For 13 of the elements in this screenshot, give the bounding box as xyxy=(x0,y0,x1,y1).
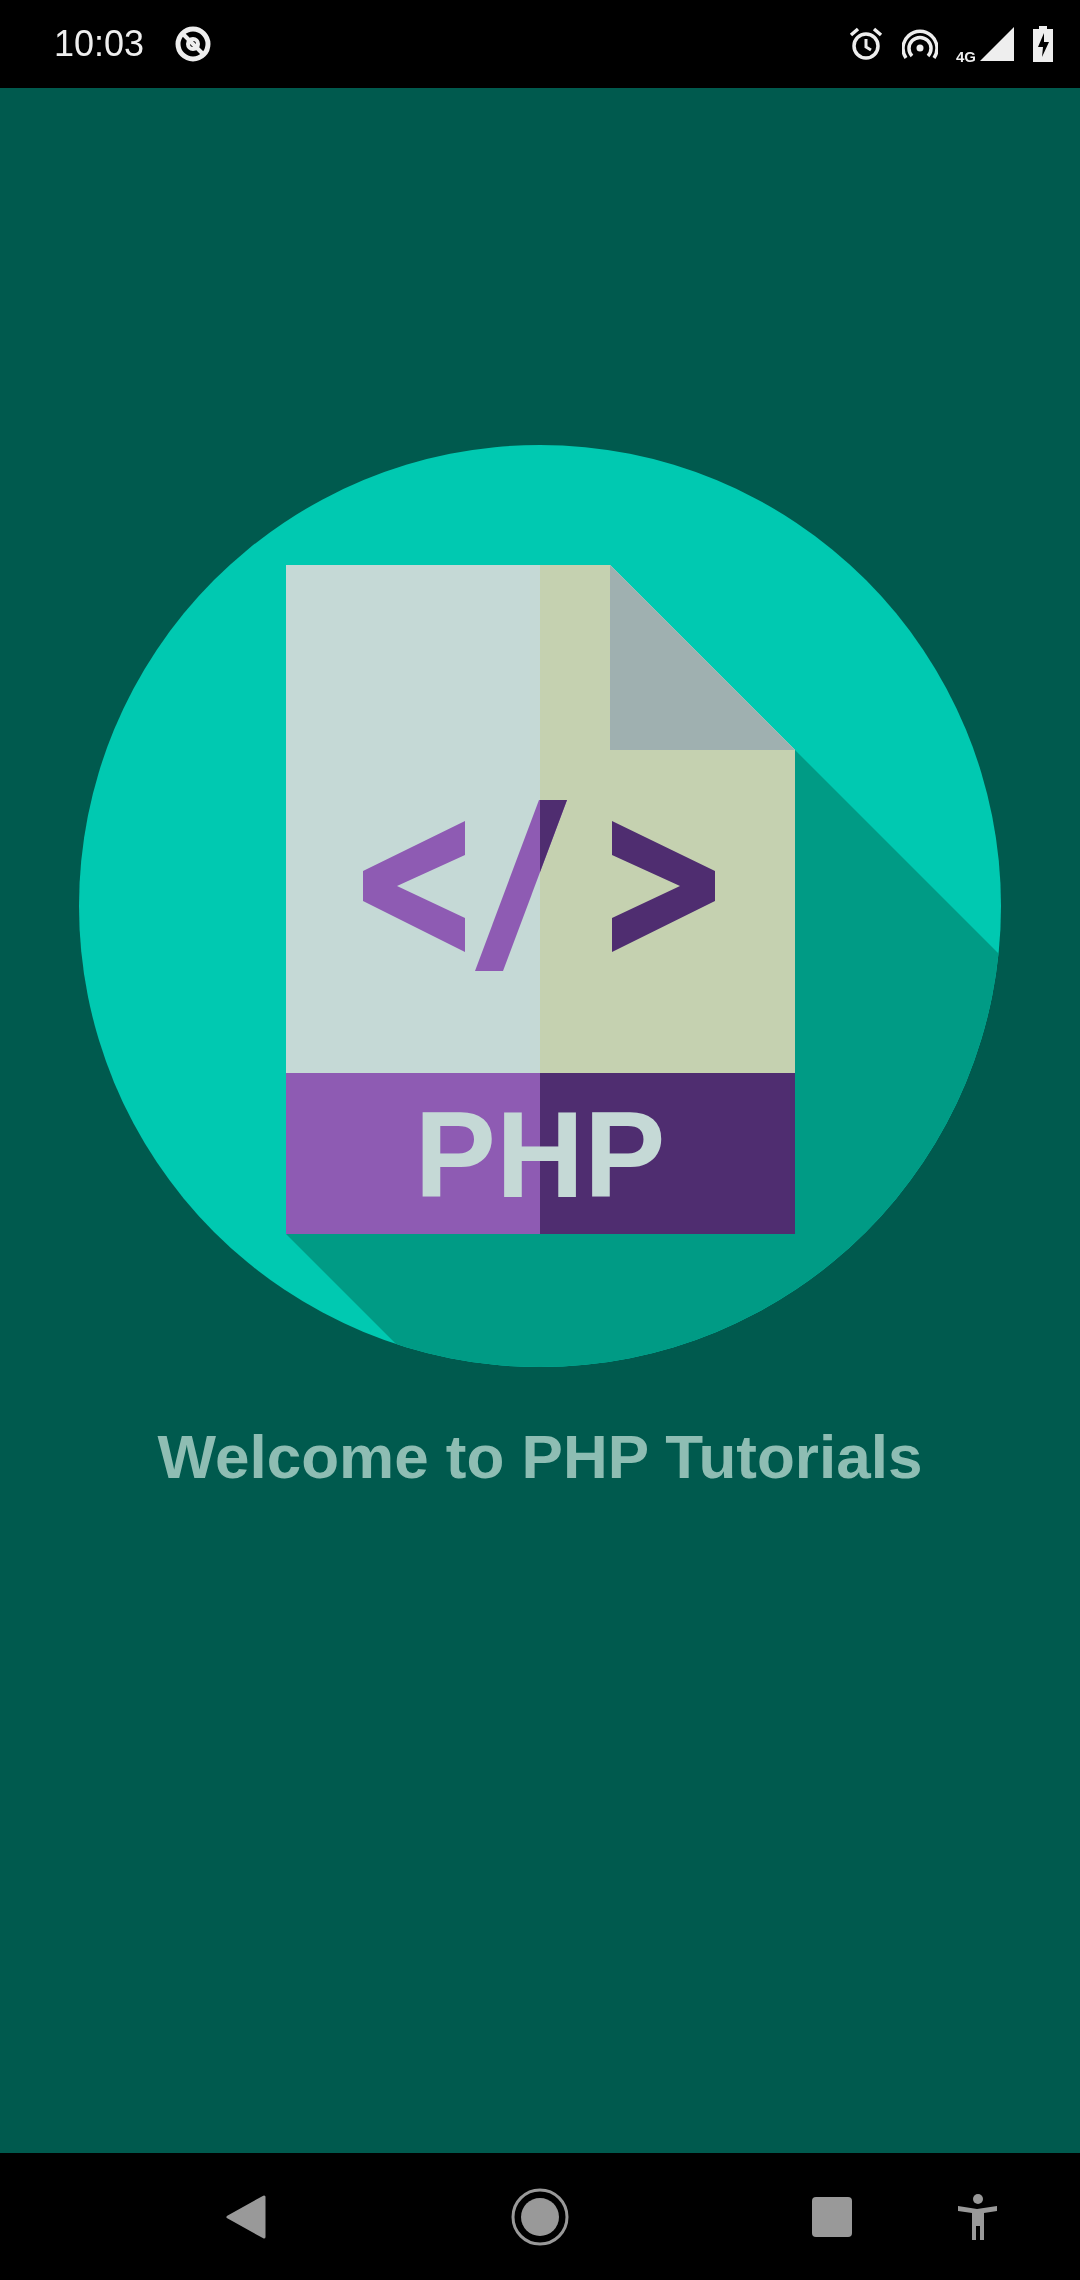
accessibility-icon[interactable] xyxy=(957,2193,999,2240)
signal-icon xyxy=(980,27,1014,61)
network-type: 4G xyxy=(956,47,976,65)
back-icon[interactable] xyxy=(226,2194,266,2239)
hotspot-icon xyxy=(902,28,938,60)
recents-icon[interactable] xyxy=(812,2196,852,2237)
logo-label: PHP xyxy=(414,1087,666,1223)
circle-slash-icon xyxy=(174,25,213,63)
home-icon[interactable] xyxy=(511,2187,569,2246)
status-time: 10:03 xyxy=(54,23,145,65)
alarm-icon xyxy=(848,26,884,62)
welcome-title: Welcome to PHP Tutorials xyxy=(157,1421,923,1493)
battery-charging-icon xyxy=(1032,26,1054,62)
